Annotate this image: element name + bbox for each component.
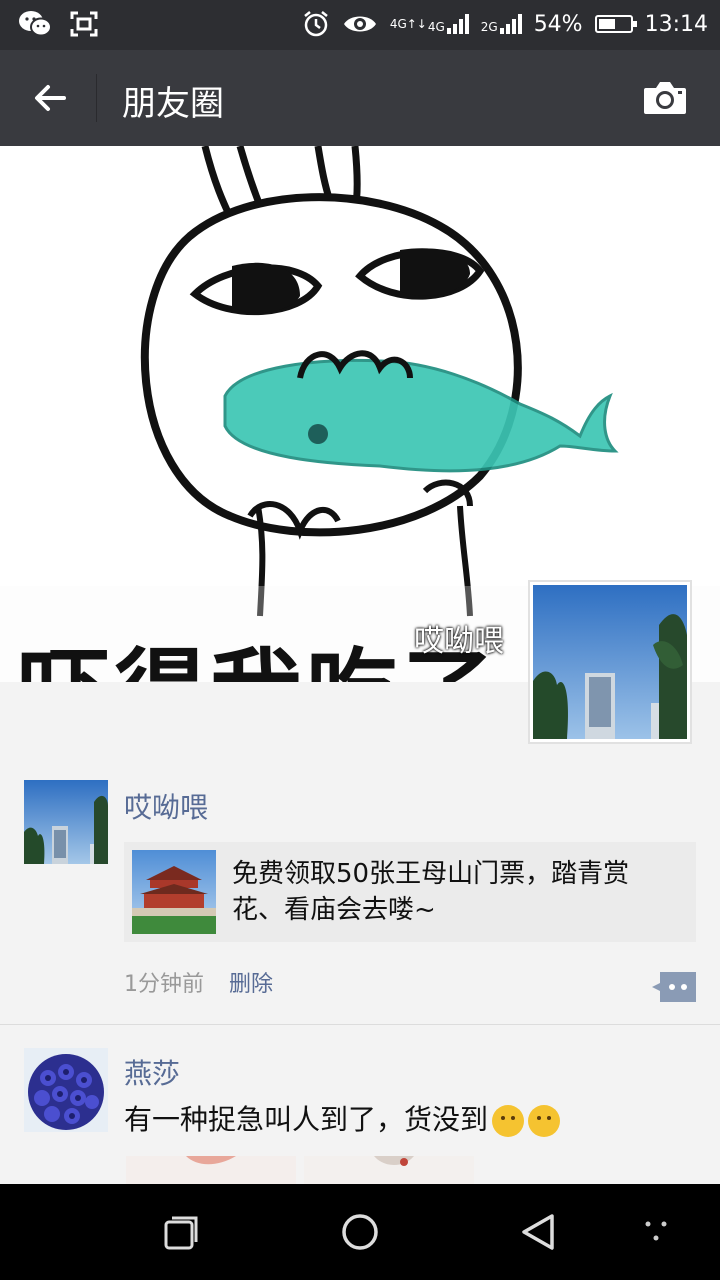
- building-sky-photo: [533, 585, 687, 739]
- post-time: 1分钟前: [124, 972, 204, 997]
- post-author-name[interactable]: 燕莎: [124, 1052, 180, 1092]
- page-title: 朋友圈: [122, 84, 224, 124]
- avatar[interactable]: [24, 1048, 108, 1132]
- network-type-label: 2G: [480, 20, 498, 34]
- screenshot-icon: [70, 11, 98, 37]
- post-photo[interactable]: [304, 1156, 474, 1184]
- signal-4g: 4G: [428, 14, 469, 34]
- eye-icon: [343, 16, 376, 32]
- link-thumbnail: [132, 850, 216, 934]
- avatar[interactable]: [24, 780, 108, 864]
- title-bar: 朋友圈: [0, 50, 720, 146]
- thinking-emoji-icon: [528, 1105, 561, 1137]
- alarm-icon: [304, 11, 328, 37]
- battery-fill: [598, 19, 615, 29]
- battery-percent: 54%: [533, 11, 583, 37]
- signal-icon: [446, 14, 469, 34]
- network-type-label: 4G: [389, 17, 407, 31]
- delete-link[interactable]: 删除: [229, 972, 273, 997]
- cover-username: 哎呦喂: [414, 624, 504, 659]
- post-divider: [0, 1024, 720, 1025]
- post-text: 有一种捉急叫人到了，货没到: [124, 1098, 561, 1138]
- post-author-name[interactable]: 哎呦喂: [124, 786, 208, 826]
- recent-apps-icon[interactable]: [162, 1214, 200, 1252]
- building-sky-photo: [24, 780, 108, 864]
- back-arrow-icon[interactable]: [30, 78, 70, 118]
- system-nav-bar: [0, 1184, 720, 1280]
- network-type-label: 4G: [427, 20, 445, 34]
- menu-dots-icon[interactable]: [642, 1218, 670, 1246]
- status-bar: 4G↑↓ 4G 2G 54% 13:14: [0, 0, 720, 50]
- cover-caption-text: 吓得我吃了一: [18, 618, 594, 682]
- battery-icon: [594, 15, 637, 33]
- profile-avatar[interactable]: [528, 580, 692, 744]
- shared-link-card[interactable]: 免费领取50张王母山门票，踏青赏花、看庙会去喽~: [124, 842, 696, 942]
- clock: 13:14: [644, 11, 708, 37]
- home-icon[interactable]: [340, 1212, 380, 1252]
- comment-icon[interactable]: [652, 972, 696, 1002]
- blue-roses-photo: [24, 1048, 108, 1132]
- post-photo[interactable]: [126, 1156, 296, 1184]
- wechat-icon: [19, 11, 52, 37]
- photo-thumbnail: [126, 1156, 296, 1184]
- title-divider: [96, 74, 97, 122]
- link-title: 免费领取50张王母山门票，踏青赏花、看庙会去喽~: [232, 859, 630, 925]
- post-text-content: 有一种捉急叫人到了，货没到: [124, 1103, 489, 1136]
- post-meta: 1分钟前 删除: [124, 966, 273, 998]
- camera-icon[interactable]: [642, 80, 688, 116]
- signal-2g: 2G: [481, 14, 522, 34]
- signal-icon: [499, 14, 522, 34]
- thinking-emoji-icon: [492, 1105, 525, 1137]
- temple-photo: [132, 850, 216, 934]
- data-arrows-icon: 4G↑↓: [389, 17, 427, 31]
- photo-thumbnail: [304, 1156, 474, 1184]
- back-nav-icon[interactable]: [520, 1212, 558, 1252]
